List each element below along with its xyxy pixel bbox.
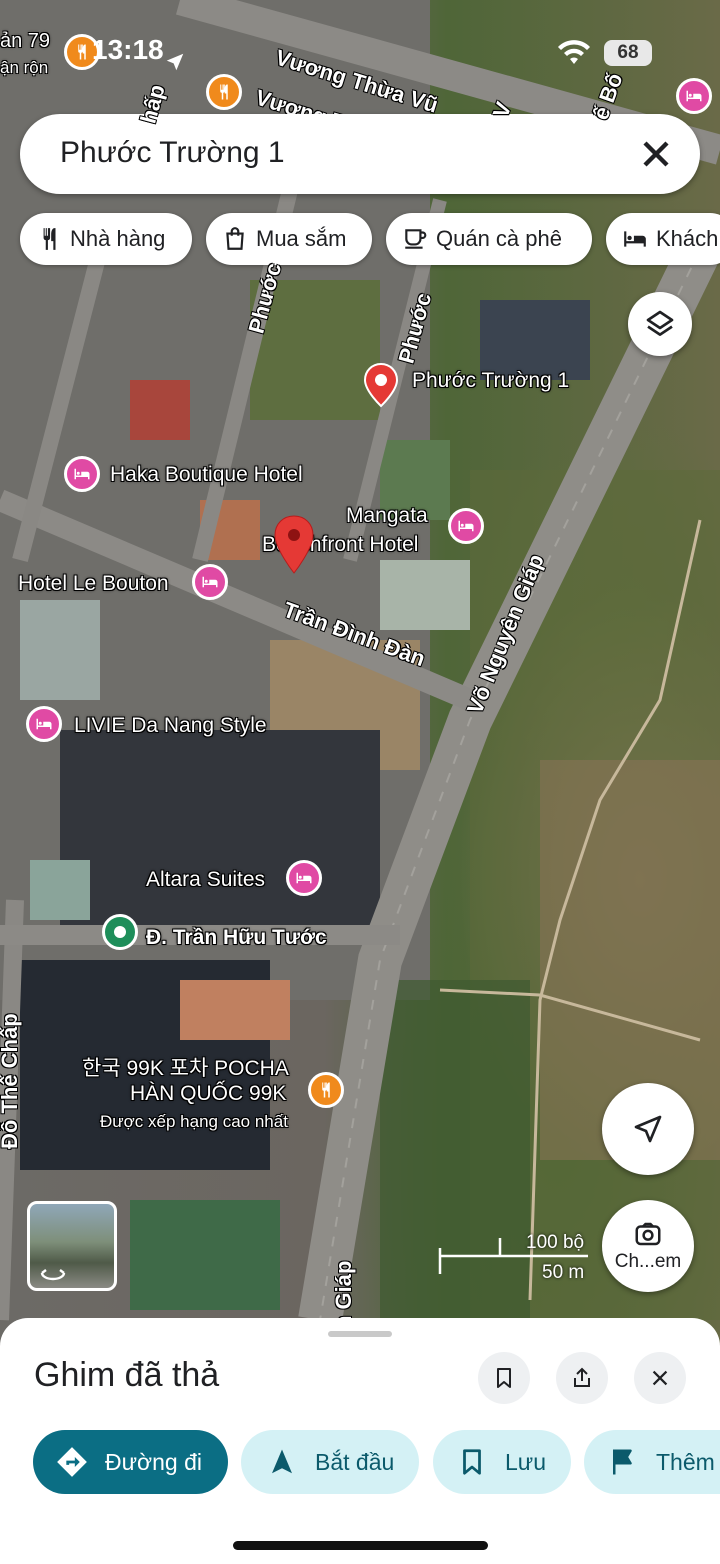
share-button[interactable] <box>556 1352 608 1404</box>
drag-handle[interactable] <box>328 1331 392 1337</box>
chip-label: Quán cà phê <box>436 226 562 251</box>
hotel-pin-icon[interactable] <box>192 564 228 600</box>
chip-label: Khách <box>656 226 719 251</box>
map-label-fragment: ận rộn <box>0 58 49 77</box>
more-button[interactable]: Thêm <box>584 1430 720 1494</box>
chip-cafes[interactable]: Quán cà phê <box>386 213 592 265</box>
hotel-pin-icon[interactable] <box>26 706 62 742</box>
place-label[interactable]: Mangata <box>346 504 428 528</box>
coffee-cup-icon <box>405 229 427 249</box>
hotel-pin-icon[interactable] <box>286 860 322 896</box>
bookmark-icon <box>497 1368 511 1388</box>
hotel-pin-icon[interactable] <box>676 78 712 114</box>
transit-stop-icon[interactable] <box>102 914 138 950</box>
place-label[interactable]: 한국 99K 포차 POCHA <box>82 1052 289 1082</box>
chip-hotels[interactable]: Khách <box>606 213 720 265</box>
layers-button[interactable] <box>628 292 692 356</box>
camera-icon <box>635 1222 661 1246</box>
place-label[interactable]: Altara Suites <box>146 868 265 892</box>
place-label[interactable]: Hotel Le Bouton <box>18 572 169 596</box>
bookmark-icon <box>463 1449 481 1475</box>
navigation-arrow-icon <box>634 1115 662 1143</box>
place-label[interactable]: Phước Trường 1 <box>412 369 569 393</box>
lens-camera-label: Ch...em <box>614 1251 682 1272</box>
close-sheet-button[interactable] <box>634 1352 686 1404</box>
search-query[interactable]: Phước Trường 1 <box>60 136 285 170</box>
save-icon-button[interactable] <box>478 1352 530 1404</box>
save-label: Lưu <box>505 1448 546 1475</box>
wifi-icon <box>558 40 590 64</box>
chip-label: Nhà hàng <box>70 226 166 251</box>
chip-shopping[interactable]: Mua sắm <box>206 213 372 265</box>
chip-label: Mua sắm <box>256 226 347 251</box>
restaurant-pin-icon[interactable] <box>206 74 242 110</box>
place-label[interactable]: Đ. Trần Hữu Tước <box>146 926 327 950</box>
place-pin-icon[interactable] <box>362 362 400 408</box>
start-button[interactable]: Bắt đầu <box>241 1430 419 1494</box>
bed-icon <box>624 231 646 247</box>
my-location-button[interactable] <box>602 1083 694 1175</box>
map-label-fragment: ản 79 <box>0 30 51 52</box>
fork-knife-icon <box>43 228 56 250</box>
restaurant-pin-icon[interactable] <box>308 1072 344 1108</box>
directions-button[interactable]: Đường đi <box>33 1430 228 1494</box>
directions-icon <box>57 1447 87 1477</box>
place-label[interactable]: LIVIE Da Nang Style <box>74 714 267 738</box>
more-label: Thêm <box>656 1448 715 1475</box>
shopping-bag-icon <box>226 227 244 250</box>
scale-metric: 50 m <box>542 1262 585 1283</box>
search-bar[interactable]: Phước Trường 1 <box>20 114 700 194</box>
home-indicator[interactable] <box>233 1541 488 1550</box>
sheet-title: Ghim đã thả <box>34 1356 220 1394</box>
place-rating-note: Được xếp hạng cao nhất <box>100 1112 288 1131</box>
street-label: Đỗ Thế Chấp <box>0 1013 22 1149</box>
hotel-pin-icon[interactable] <box>448 508 484 544</box>
layers-icon <box>646 310 674 336</box>
hotel-pin-icon[interactable] <box>64 456 100 492</box>
save-button[interactable]: Lưu <box>433 1430 571 1494</box>
chip-restaurants[interactable]: Nhà hàng <box>20 213 192 265</box>
battery-indicator: 68 <box>604 40 652 66</box>
rotate-360-icon <box>40 1269 66 1281</box>
location-arrow-icon <box>166 53 184 71</box>
flag-icon <box>613 1449 632 1475</box>
share-icon <box>574 1367 590 1387</box>
lens-camera-button[interactable]: Ch...em <box>602 1200 694 1292</box>
place-label[interactable]: Haka Boutique Hotel <box>110 463 303 487</box>
place-label[interactable]: HÀN QUỐC 99K <box>130 1082 286 1106</box>
street-view-thumbnail[interactable] <box>27 1201 117 1291</box>
start-label: Bắt đầu <box>315 1448 395 1475</box>
close-icon[interactable] <box>634 132 678 176</box>
dropped-pin-icon[interactable] <box>272 514 316 576</box>
directions-label: Đường đi <box>105 1448 202 1475</box>
status-time: 13:18 <box>92 34 164 65</box>
navigation-arrow-icon <box>272 1449 292 1474</box>
close-icon <box>652 1370 668 1386</box>
